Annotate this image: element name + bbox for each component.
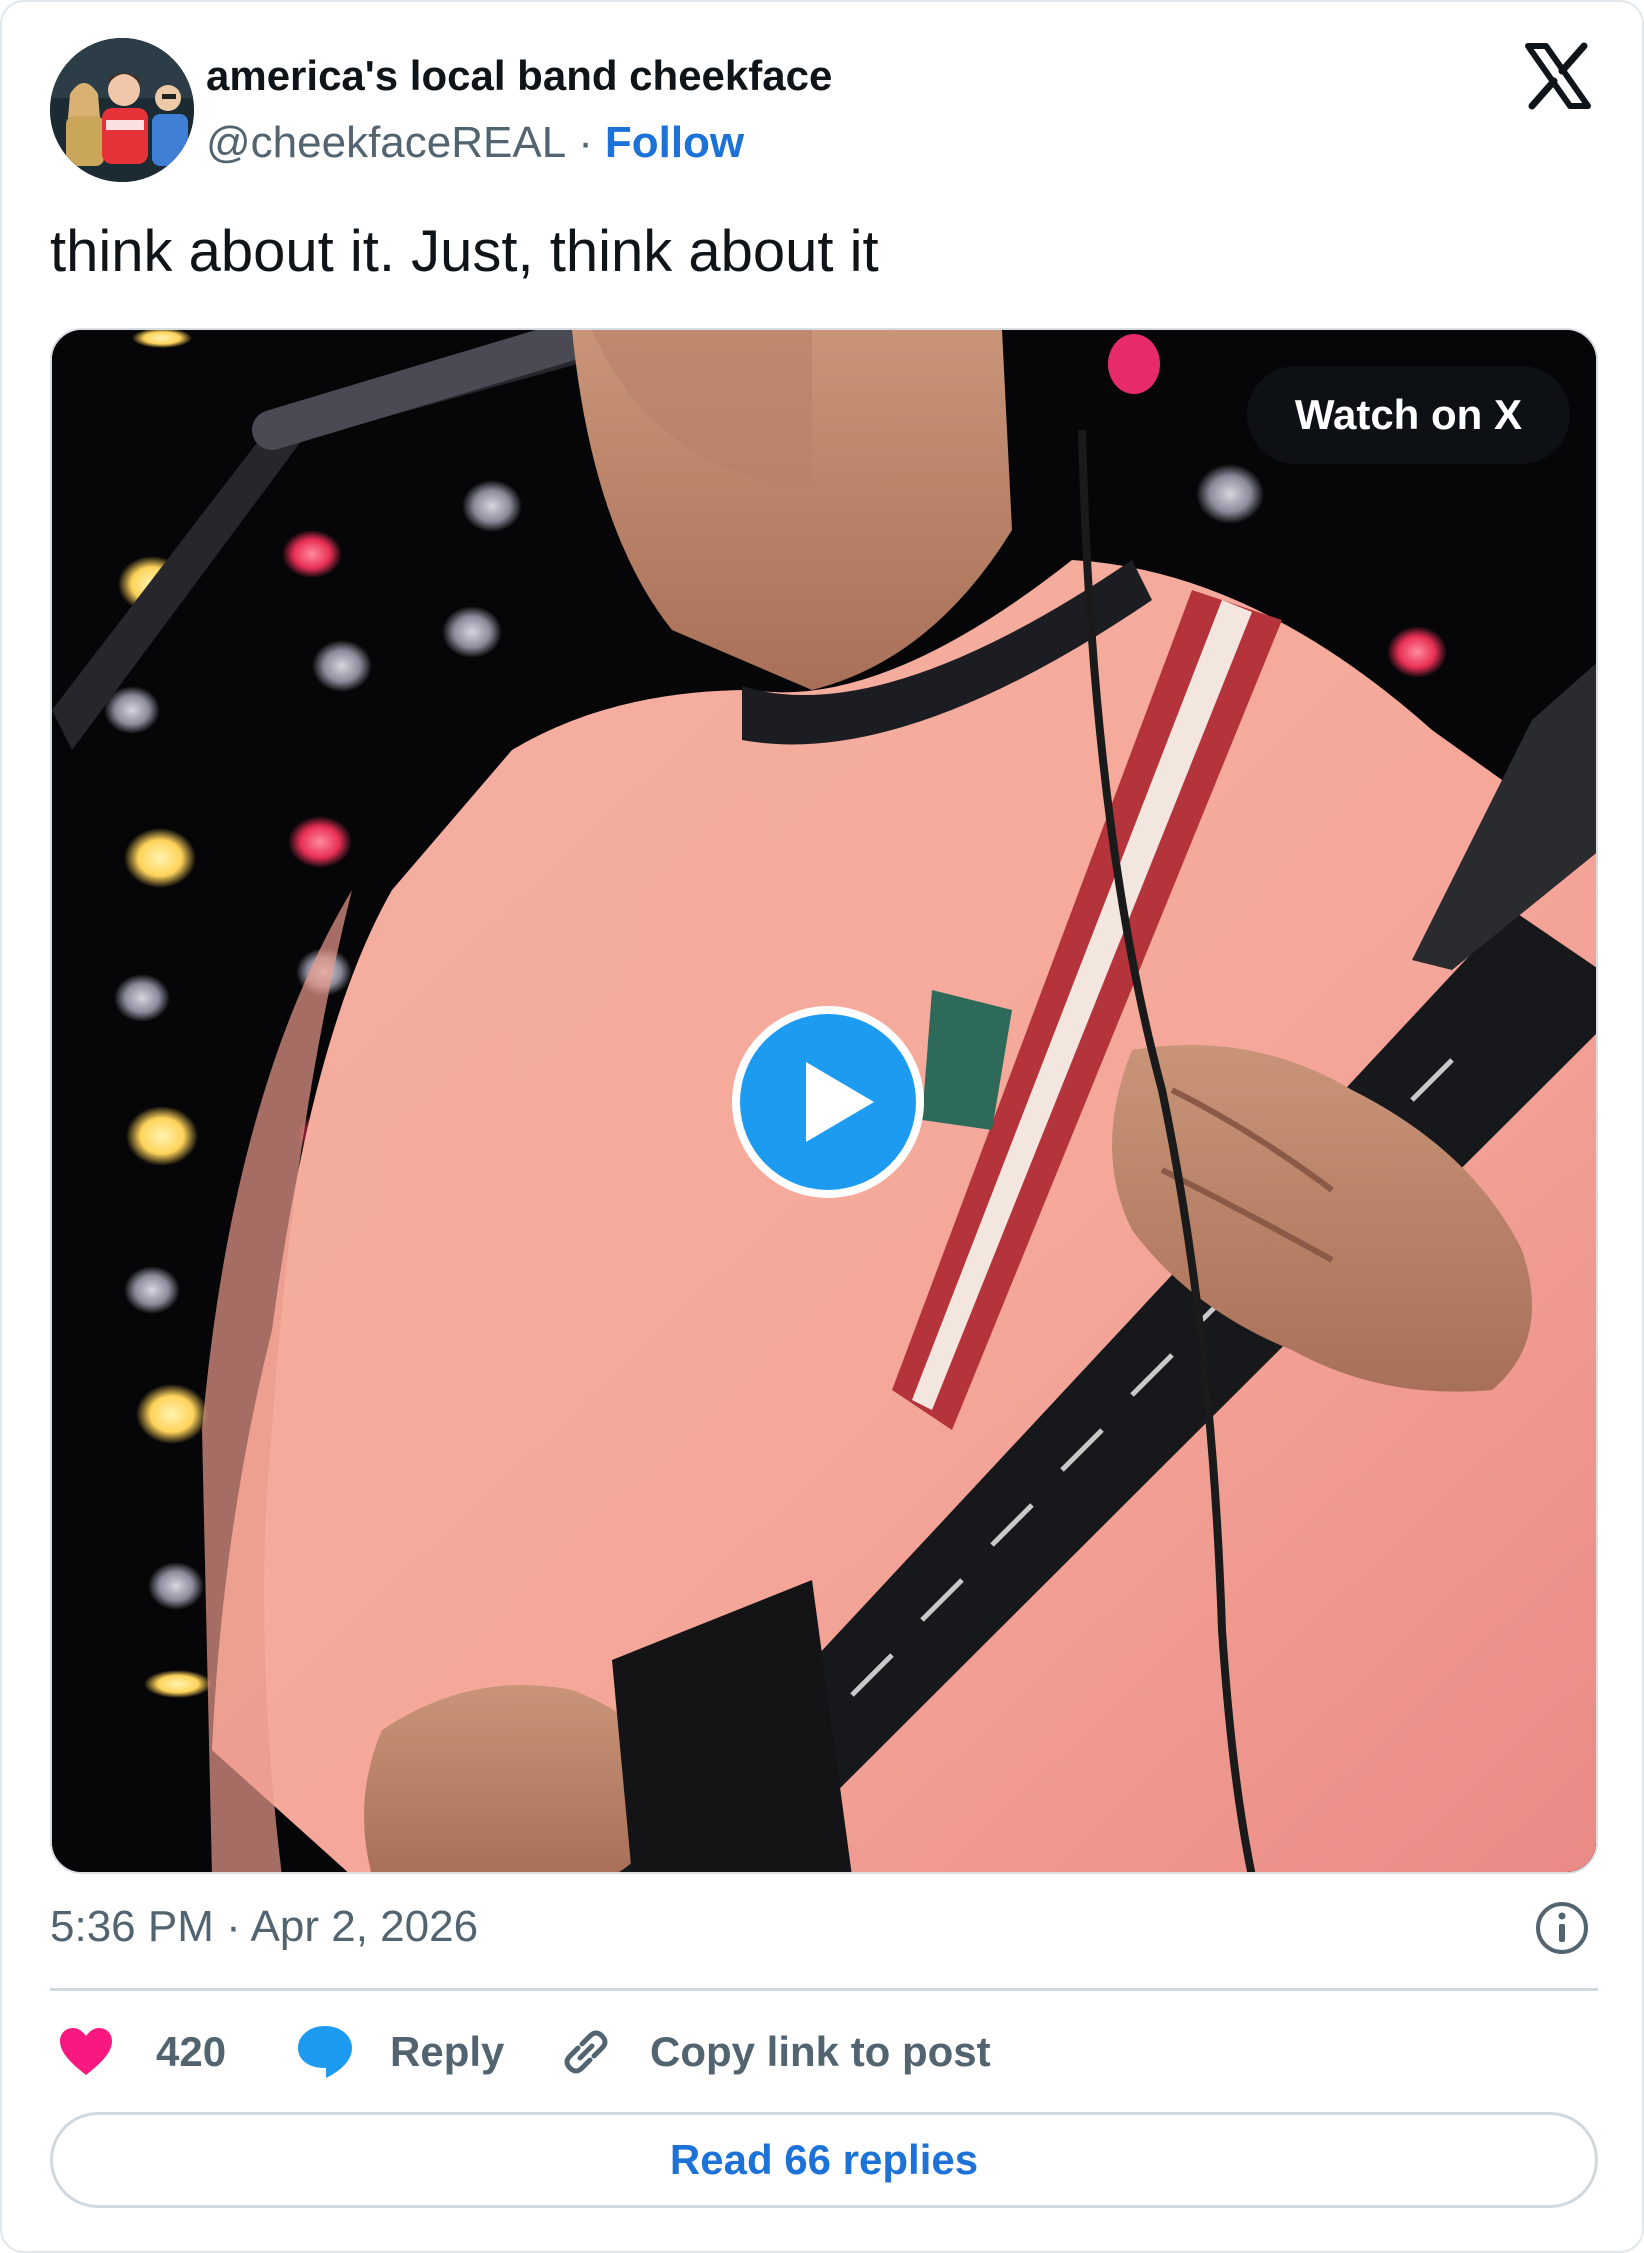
author-handle[interactable]: @cheekfaceREAL <box>206 118 566 168</box>
x-logo-icon[interactable] <box>1522 40 1594 112</box>
watch-on-x-button[interactable]: Watch on X <box>1246 366 1570 464</box>
like-count: 420 <box>156 2028 227 2075</box>
follow-button[interactable]: Follow <box>605 118 744 168</box>
divider <box>50 1988 1598 1991</box>
author-display-name[interactable]: america's local band cheekface <box>206 52 832 100</box>
author-avatar[interactable] <box>50 38 194 182</box>
avatar-image <box>50 38 194 182</box>
reply-button[interactable]: Reply <box>296 2012 504 2092</box>
separator-dot: · <box>578 118 593 167</box>
play-icon[interactable] <box>728 1002 928 1202</box>
copy-link-label: Copy link to post <box>650 2028 991 2075</box>
post-timestamp[interactable]: 5:36 PM · Apr 2, 2026 <box>50 1902 478 1952</box>
copy-link-button[interactable]: Copy link to post <box>558 2012 991 2092</box>
like-button[interactable]: 420 <box>58 2012 226 2092</box>
info-icon[interactable] <box>1534 1900 1590 1956</box>
reply-bubble-icon <box>298 2026 352 2078</box>
author-handle-row: @cheekfaceREAL · Follow <box>206 118 744 168</box>
reply-label: Reply <box>390 2028 505 2075</box>
post-text: think about it. Just, think about it <box>50 219 879 284</box>
action-bar: 420 Reply Copy link to post <box>50 2012 1598 2092</box>
link-icon <box>564 2030 608 2074</box>
read-replies-button[interactable]: Read 66 replies <box>50 2112 1598 2208</box>
embedded-post-card: america's local band cheekface @cheekfac… <box>0 0 1644 2253</box>
heart-icon <box>60 2028 112 2075</box>
video-player[interactable]: Watch on X <box>50 328 1598 1874</box>
